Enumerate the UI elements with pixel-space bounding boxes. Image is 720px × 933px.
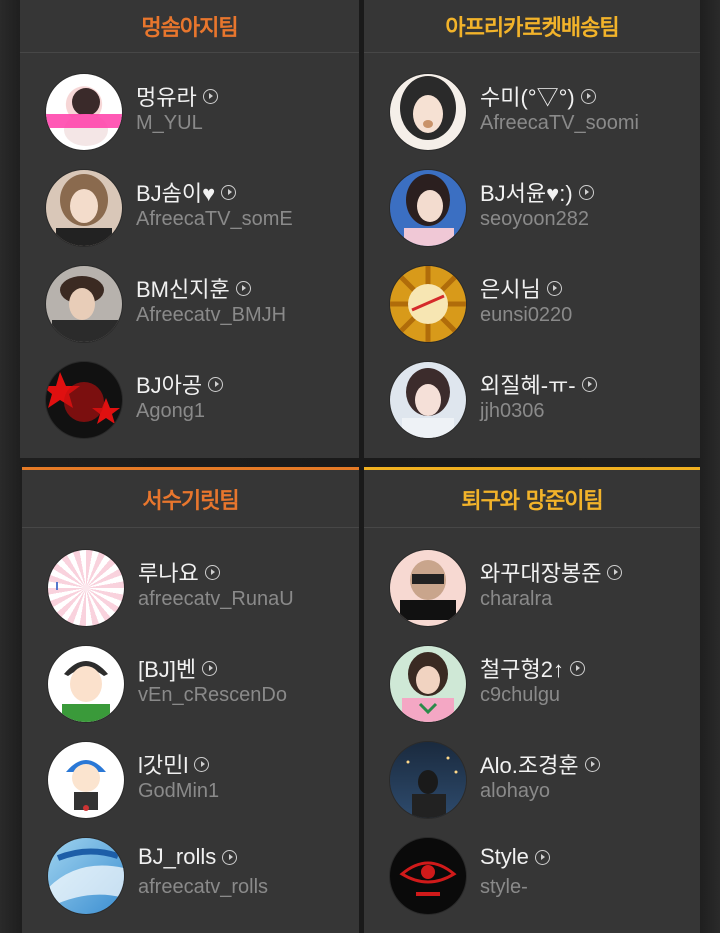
arrow-right-circle-icon[interactable] <box>222 849 238 865</box>
member-name[interactable]: 철구형2↑ <box>480 652 564 684</box>
avatar[interactable] <box>390 550 466 626</box>
member-id: afreecatv_RunaU <box>138 588 294 610</box>
team-card-1: 멍솜아지팀 멍유라 M_YUL BJ솜이♥ AfreecaTV_somE BM신… <box>20 0 359 458</box>
member-name[interactable]: 수미(°▽°) <box>480 80 575 112</box>
member-id: charalra <box>480 588 553 610</box>
arrow-right-circle-icon[interactable] <box>202 660 218 676</box>
member-name[interactable]: 은시님 <box>480 272 541 304</box>
team-title: 아프리카로켓배송팀 <box>364 0 700 53</box>
member-item[interactable]: BM신지훈 Afreecatv_BMJH <box>20 264 359 344</box>
member-item[interactable]: 은시님 eunsi0220 <box>364 264 700 344</box>
team-card-3: 서수기릿팀 루나요 afreecatv_RunaU [BJ]벤 vEn_cRes… <box>22 467 359 933</box>
member-id: GodMin1 <box>138 780 220 802</box>
avatar[interactable] <box>48 646 124 722</box>
member-item[interactable]: 루나요 afreecatv_RunaU <box>22 548 359 628</box>
arrow-right-circle-icon[interactable] <box>204 564 220 580</box>
member-item[interactable]: BJ_rolls afreecatv_rolls <box>22 836 359 916</box>
member-name[interactable]: Style <box>480 844 529 870</box>
member-id: AfreecaTV_soomi <box>480 112 639 134</box>
arrow-right-circle-icon[interactable] <box>578 184 594 200</box>
avatar[interactable] <box>48 838 124 914</box>
team-card-4: 퇴구와 망준이팀 와꾸대장봉준 charalra 철구형2↑ c9chulgu … <box>364 467 700 933</box>
avatar[interactable] <box>390 74 466 150</box>
avatar[interactable] <box>46 170 122 246</box>
avatar[interactable] <box>390 362 466 438</box>
team-title: 멍솜아지팀 <box>20 0 359 53</box>
team-title: 서수기릿팀 <box>22 470 359 528</box>
arrow-right-circle-icon[interactable] <box>208 376 224 392</box>
arrow-right-circle-icon[interactable] <box>607 564 623 580</box>
avatar[interactable] <box>48 550 124 626</box>
avatar[interactable] <box>390 266 466 342</box>
member-name[interactable]: BJ아공 <box>136 368 202 400</box>
member-id: Agong1 <box>136 400 205 422</box>
arrow-right-circle-icon[interactable] <box>580 88 596 104</box>
member-item[interactable]: Alo.조경훈 alohayo <box>364 740 700 820</box>
member-name[interactable]: 외질혜-ㅠ- <box>480 368 576 400</box>
member-item[interactable]: BJ솜이♥ AfreecaTV_somE <box>20 168 359 248</box>
arrow-right-circle-icon[interactable] <box>584 756 600 772</box>
avatar[interactable] <box>390 646 466 722</box>
member-name[interactable]: Alo.조경훈 <box>480 748 579 780</box>
avatar[interactable] <box>390 170 466 246</box>
member-name[interactable]: BJ서윤♥:) <box>480 176 573 208</box>
arrow-right-circle-icon[interactable] <box>221 184 237 200</box>
member-id: eunsi0220 <box>480 304 573 326</box>
avatar[interactable] <box>46 362 122 438</box>
team-title: 퇴구와 망준이팀 <box>364 470 700 528</box>
arrow-right-circle-icon[interactable] <box>546 280 562 296</box>
member-name[interactable]: BJ_rolls <box>138 844 216 870</box>
member-id: style- <box>480 876 528 898</box>
arrow-right-circle-icon[interactable] <box>194 756 210 772</box>
avatar[interactable] <box>46 266 122 342</box>
member-item[interactable]: Style style- <box>364 836 700 916</box>
member-id: M_YUL <box>136 112 203 134</box>
arrow-right-circle-icon[interactable] <box>202 88 218 104</box>
member-item[interactable]: 외질혜-ㅠ- jjh0306 <box>364 360 700 440</box>
member-id: alohayo <box>480 780 551 802</box>
member-item[interactable]: 멍유라 M_YUL <box>20 72 359 152</box>
member-item[interactable]: 철구형2↑ c9chulgu <box>364 644 700 724</box>
arrow-right-circle-icon[interactable] <box>235 280 251 296</box>
member-item[interactable]: l갓민l GodMin1 <box>22 740 359 820</box>
member-id: vEn_cRescenDo <box>138 684 287 706</box>
member-id: afreecatv_rolls <box>138 876 269 898</box>
arrow-right-circle-icon[interactable] <box>534 849 550 865</box>
avatar[interactable] <box>46 74 122 150</box>
avatar[interactable] <box>390 838 466 914</box>
member-name[interactable]: l갓민l <box>138 748 188 780</box>
member-id: Afreecatv_BMJH <box>136 304 287 326</box>
avatar[interactable] <box>48 742 124 818</box>
member-item[interactable]: 와꾸대장봉준 charalra <box>364 548 700 628</box>
avatar[interactable] <box>390 742 466 818</box>
member-name[interactable]: [BJ]벤 <box>138 652 196 684</box>
member-name[interactable]: BJ솜이♥ <box>136 176 215 208</box>
member-name[interactable]: 멍유라 <box>136 80 197 112</box>
member-id: jjh0306 <box>480 400 545 422</box>
member-name[interactable]: 와꾸대장봉준 <box>480 556 601 588</box>
member-id: c9chulgu <box>480 684 561 706</box>
member-id: seoyoon282 <box>480 208 589 230</box>
member-id: AfreecaTV_somE <box>136 208 293 230</box>
member-item[interactable]: [BJ]벤 vEn_cRescenDo <box>22 644 359 724</box>
member-name[interactable]: BM신지훈 <box>136 272 230 304</box>
team-card-2: 아프리카로켓배송팀 수미(°▽°) AfreecaTV_soomi BJ서윤♥:… <box>364 0 700 458</box>
arrow-right-circle-icon[interactable] <box>581 376 597 392</box>
member-item[interactable]: BJ서윤♥:) seoyoon282 <box>364 168 700 248</box>
arrow-right-circle-icon[interactable] <box>569 660 585 676</box>
member-item[interactable]: 수미(°▽°) AfreecaTV_soomi <box>364 72 700 152</box>
member-name[interactable]: 루나요 <box>138 556 199 588</box>
member-item[interactable]: BJ아공 Agong1 <box>20 360 359 440</box>
